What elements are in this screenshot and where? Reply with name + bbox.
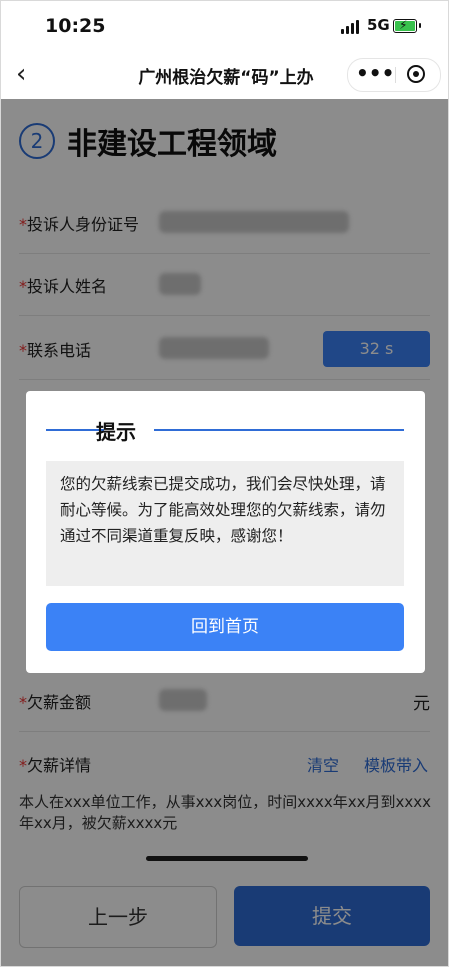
title-line-right <box>154 429 404 431</box>
status-time: 10:25 <box>45 15 106 37</box>
success-dialog: 提示 您的欠薪线索已提交成功，我们会尽快处理，请耐心等候。为了能高效处理您的欠薪… <box>26 391 425 673</box>
dialog-message: 您的欠薪线索已提交成功，我们会尽快处理，请耐心等候。为了能高效处理您的欠薪线索，… <box>46 461 404 586</box>
page-title: 广州根治欠薪“码”上办 <box>138 68 314 88</box>
battery-icon: ⚡ <box>393 18 421 33</box>
status-bar: 10:25 5G ⚡ <box>1 1 448 49</box>
mini-program-capsule: ••• <box>347 58 441 92</box>
home-indicator <box>146 856 308 861</box>
signal-icon <box>341 20 359 34</box>
nav-bar: ‹ 广州根治欠薪“码”上办 ••• <box>1 49 448 99</box>
more-icon[interactable]: ••• <box>356 59 394 91</box>
dialog-title: 提示 <box>96 420 136 444</box>
network-type: 5G <box>367 16 390 34</box>
back-icon[interactable]: ‹ <box>16 59 26 89</box>
back-home-button[interactable]: 回到首页 <box>46 603 404 651</box>
capsule-divider <box>395 67 396 83</box>
phone-screen: 10:25 5G ⚡ ‹ 广州根治欠薪“码”上办 ••• 2 非建设工程领域 *… <box>0 0 449 967</box>
close-target-icon[interactable] <box>407 65 425 83</box>
